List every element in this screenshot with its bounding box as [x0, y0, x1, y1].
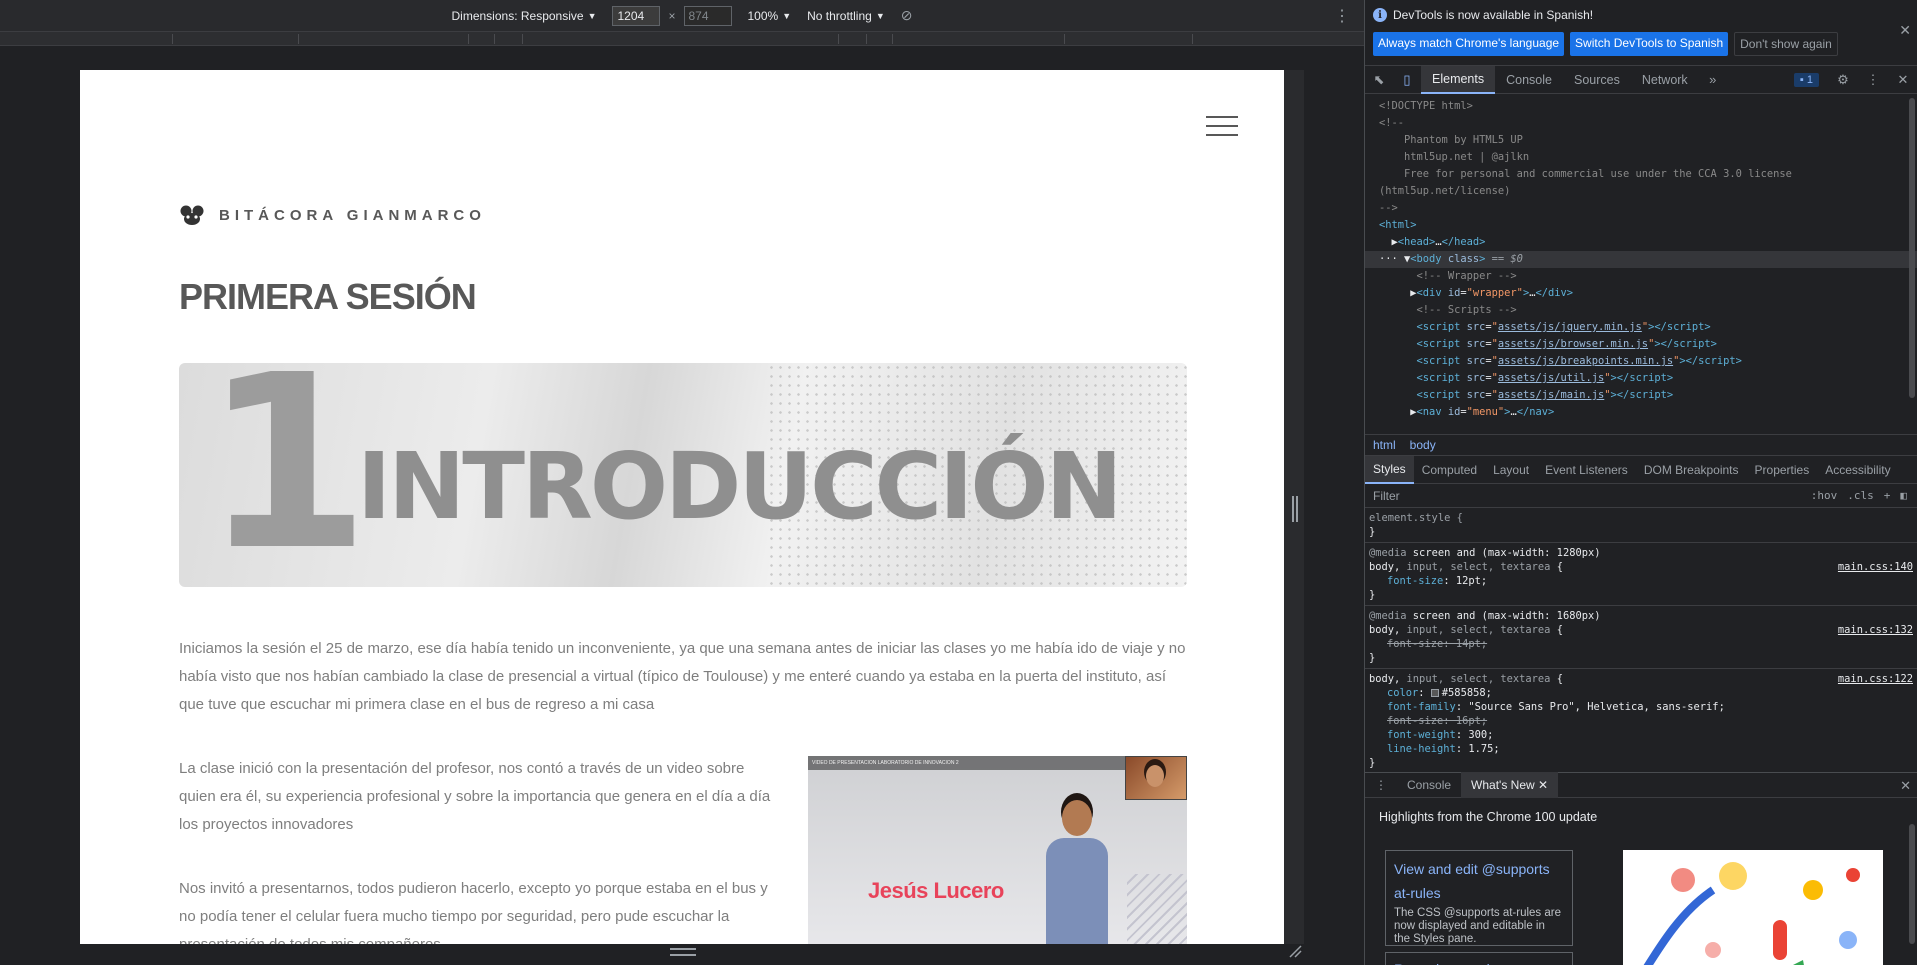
tab-event-listeners[interactable]: Event Listeners — [1537, 456, 1636, 484]
dont-show-again-button[interactable]: Don't show again — [1734, 32, 1838, 56]
resize-corner-icon[interactable] — [1288, 944, 1302, 958]
card-description: The CSS @supports at-rules are now displ… — [1394, 907, 1561, 945]
width-input[interactable] — [612, 5, 661, 26]
devtools-panel: i DevTools is now available in Spanish! … — [1364, 0, 1917, 965]
breadcrumb-body[interactable]: body — [1410, 438, 1436, 452]
rotate-icon[interactable]: ⊘ — [901, 7, 913, 24]
cls-toggle[interactable]: .cls — [1847, 489, 1874, 502]
page-title: PRIMERA SESIÓN — [179, 276, 477, 317]
hero-image: 1 INTRODUCCIÓN — [179, 363, 1187, 587]
info-text: DevTools is now available in Spanish! — [1393, 8, 1594, 22]
caret-down-icon: ▼ — [875, 10, 885, 21]
height-input[interactable] — [683, 5, 732, 26]
breadcrumb-html[interactable]: html — [1373, 438, 1396, 452]
settings-gear-icon[interactable]: ⚙ — [1829, 66, 1857, 94]
zoom-label: 100% — [747, 8, 779, 23]
video-decoration — [1127, 874, 1187, 944]
issues-badge[interactable]: ▪ 1 — [1793, 73, 1819, 87]
styles-filter-bar: Filter :hov .cls + ◧ — [1365, 484, 1917, 508]
tab-sources[interactable]: Sources — [1563, 66, 1631, 94]
whats-new-scrollbar[interactable] — [1909, 824, 1915, 944]
tab-elements[interactable]: Elements — [1421, 65, 1496, 94]
drawer-tabbar: ⋮ Console What's New ✕ ✕ — [1365, 772, 1917, 798]
whats-new-illustration — [1623, 850, 1883, 965]
more-options-icon[interactable]: ⋮ — [1334, 6, 1350, 26]
whats-new-card-supports[interactable]: View and edit @supports at-rules The CSS… — [1385, 850, 1573, 946]
tab-console[interactable]: Console — [1495, 66, 1563, 94]
styles-pane[interactable]: element.style { } @media screen and (max… — [1365, 508, 1917, 772]
menu-icon[interactable] — [1206, 116, 1238, 136]
customize-menu-icon[interactable]: ⋮ — [1859, 66, 1887, 94]
card-title[interactable]: View and edit @supports at-rules — [1394, 857, 1564, 905]
video-thumbnail[interactable]: VIDEO DE PRESENTACION LABORATORIO DE INN… — [808, 756, 1187, 944]
brand-logo-icon — [180, 205, 204, 225]
match-language-button[interactable]: Always match Chrome's language — [1373, 32, 1565, 56]
whats-new-heading: Highlights from the Chrome 100 update — [1379, 810, 1598, 824]
inspect-element-icon[interactable]: ⬉ — [1365, 66, 1393, 94]
caret-down-icon: ▼ — [782, 10, 792, 21]
tab-styles[interactable]: Styles — [1365, 455, 1414, 484]
styles-filter-input[interactable]: Filter — [1373, 489, 1400, 503]
tab-computed[interactable]: Computed — [1414, 456, 1485, 484]
drawer-tab-console[interactable]: Console — [1397, 772, 1461, 798]
paragraph-2: La clase inició con la presentación del … — [179, 760, 771, 833]
close-devtools-icon[interactable]: ✕ — [1889, 66, 1917, 94]
whats-new-panel: Highlights from the Chrome 100 update Vi… — [1365, 798, 1917, 965]
drawer-tab-whats-new[interactable]: What's New ✕ — [1461, 772, 1559, 798]
paragraph-3: Nos invitó a presentarnos, todos pudiero… — [179, 880, 768, 944]
times-sign: × — [668, 8, 676, 23]
whats-new-card-recorder[interactable]: Recorder panel — [1385, 952, 1573, 965]
tab-layout[interactable]: Layout — [1485, 456, 1537, 484]
resize-handle-right[interactable] — [1292, 496, 1298, 522]
media-query-ruler[interactable] — [0, 32, 1364, 46]
drawer-menu-icon[interactable]: ⋮ — [1365, 772, 1397, 798]
chrome-100-illustration — [1643, 862, 1860, 965]
device-toggle-icon[interactable]: ▯ — [1393, 66, 1421, 94]
device-toolbar: Dimensions: Responsive ▼ × 100% ▼ No thr… — [0, 0, 1364, 32]
paragraph-1: Iniciamos la sesión el 25 de marzo, ese … — [179, 640, 1186, 713]
dom-tree[interactable]: <!DOCTYPE html> <!-- Phantom by HTML5 UP… — [1365, 94, 1917, 434]
hero-word: INTRODUCCIÓN — [357, 433, 1123, 540]
dimension-inputs: × — [612, 5, 732, 26]
emulated-page: BITÁCORA GIANMARCO PRIMERA SESIÓN 1 INTR… — [80, 70, 1284, 944]
language-infobar: i DevTools is now available in Spanish! … — [1365, 0, 1917, 66]
throttling-dropdown[interactable]: No throttling ▼ — [807, 9, 885, 23]
close-icon[interactable]: ✕ — [1899, 22, 1911, 39]
zoom-dropdown[interactable]: 100% ▼ — [748, 9, 792, 23]
more-tabs-icon[interactable]: » — [1699, 66, 1727, 94]
breadcrumb: html body — [1365, 434, 1917, 456]
hov-toggle[interactable]: :hov — [1811, 489, 1838, 502]
info-icon: i — [1373, 8, 1387, 22]
dimensions-label: Dimensions: Responsive — [451, 8, 584, 23]
tab-dom-breakpoints[interactable]: DOM Breakpoints — [1636, 456, 1747, 484]
issues-count: 1 — [1806, 74, 1813, 86]
screen: Dimensions: Responsive ▼ × 100% ▼ No thr… — [0, 0, 1917, 965]
add-rule-icon[interactable]: + — [1884, 489, 1891, 502]
styles-subtabs: Styles Computed Layout Event Listeners D… — [1365, 455, 1917, 484]
dom-scrollbar[interactable] — [1909, 98, 1915, 398]
caret-down-icon: ▼ — [587, 10, 597, 21]
webcam-inset — [1125, 756, 1187, 800]
presenter-figure — [1042, 800, 1112, 944]
switch-language-button[interactable]: Switch DevTools to Spanish — [1570, 32, 1729, 56]
devtools-tabbar: ⬉ ▯ Elements Console Sources Network » ▪… — [1365, 65, 1917, 94]
tab-accessibility[interactable]: Accessibility — [1817, 456, 1898, 484]
tab-network[interactable]: Network — [1631, 66, 1699, 94]
brand-title: BITÁCORA GIANMARCO — [219, 206, 486, 224]
video-presenter-name: Jesús Lucero — [868, 878, 1004, 903]
resize-handle-bottom[interactable] — [670, 948, 696, 956]
close-drawer-icon[interactable]: ✕ — [1900, 778, 1911, 794]
hero-number: 1 — [203, 363, 370, 587]
sidebar-toggle-icon[interactable]: ◧ — [1900, 489, 1907, 502]
card-title[interactable]: Recorder panel — [1394, 957, 1564, 965]
dimensions-dropdown[interactable]: Dimensions: Responsive ▼ — [452, 9, 597, 23]
brand[interactable]: BITÁCORA GIANMARCO — [179, 204, 486, 226]
tab-properties[interactable]: Properties — [1747, 456, 1818, 484]
throttling-label: No throttling — [807, 8, 872, 23]
